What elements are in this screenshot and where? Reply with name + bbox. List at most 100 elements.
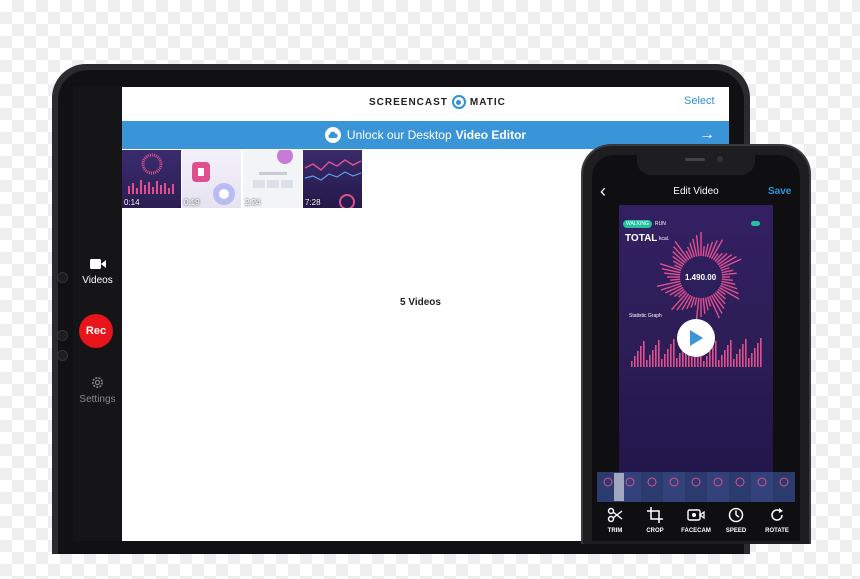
- timeline-frame: [685, 472, 707, 502]
- sidebar-item-videos[interactable]: Videos: [73, 258, 122, 286]
- graph-bar: [670, 344, 672, 367]
- graph-bar: [745, 339, 747, 367]
- save-button[interactable]: Save: [768, 186, 791, 197]
- crop-icon: [647, 507, 663, 523]
- meter-ray: [721, 272, 737, 276]
- video-thumbnail[interactable]: 0:19: [182, 150, 241, 208]
- tool-label: SPEED: [725, 528, 747, 534]
- graph-bar: [691, 357, 693, 367]
- run-tab: RUN: [655, 221, 666, 227]
- video-duration: 7:28: [305, 198, 321, 207]
- timeline-frame: [641, 472, 663, 502]
- timeline-frame: [707, 472, 729, 502]
- video-duration: 0:14: [124, 198, 140, 207]
- sidebar-item-label: Settings: [79, 394, 116, 405]
- graph-bar: [652, 350, 654, 367]
- facecam-tool[interactable]: FACECAM: [676, 507, 716, 534]
- meter-ray: [670, 278, 681, 281]
- graph-bar: [718, 360, 720, 367]
- graph-bar: [709, 351, 711, 367]
- video-thumbnail[interactable]: 2:24: [243, 150, 302, 208]
- graph-bar: [733, 359, 735, 367]
- tool-label: FACECAM: [681, 528, 711, 534]
- tool-label: ROTATE: [765, 528, 789, 534]
- timeline-frame: [663, 472, 685, 502]
- tablet-camera: [57, 272, 68, 283]
- brand-logo: SCREENCAST MATIC: [369, 95, 506, 109]
- graph-bar: [751, 353, 753, 367]
- meter-ray: [664, 272, 681, 276]
- rotate-icon: [771, 508, 783, 521]
- graph-bar: [667, 349, 669, 367]
- meter-ray: [695, 235, 700, 257]
- graph-bar: [730, 340, 732, 367]
- toggle-icon: [751, 221, 760, 226]
- graph-bar: [706, 356, 708, 367]
- graph-bar: [748, 358, 750, 367]
- meter-ray: [694, 297, 698, 306]
- graph-bar: [661, 359, 663, 367]
- meter-ray: [702, 246, 705, 257]
- graph-bar: [715, 341, 717, 367]
- graph-bar: [637, 351, 639, 367]
- record-label: Rec: [85, 325, 107, 337]
- graph-bar: [712, 346, 714, 367]
- video-thumbnail[interactable]: 7:28: [303, 150, 362, 208]
- tool-label: CROP: [646, 528, 664, 534]
- graph-bar: [742, 344, 744, 367]
- brand-text-right: MATIC: [469, 96, 506, 108]
- graph-bar: [757, 343, 759, 367]
- video-count: 5 Videos: [400, 297, 441, 308]
- graph-bar: [721, 355, 723, 367]
- crop-tool[interactable]: CROP: [635, 507, 675, 534]
- arrow-right-icon: →: [699, 126, 715, 143]
- sidebar-item-label: Videos: [82, 275, 113, 286]
- video-thumbnail[interactable]: 0:14: [122, 150, 181, 208]
- timeline-frame: [729, 472, 751, 502]
- banner-text-bold: Video Editor: [455, 128, 527, 142]
- select-button[interactable]: Select: [684, 95, 715, 107]
- graph-bar: [640, 346, 642, 367]
- graph-bar: [673, 339, 675, 367]
- video-duration: 2:24: [245, 198, 261, 207]
- graph-bar: [739, 349, 741, 367]
- rotate-tool[interactable]: ROTATE: [757, 507, 797, 534]
- record-button[interactable]: Rec: [79, 314, 113, 348]
- meter-ray: [695, 297, 700, 320]
- logo-icon: [451, 95, 466, 109]
- graph-bar: [646, 360, 648, 367]
- graph-bar: [634, 356, 636, 367]
- timeline-frame: [773, 472, 795, 502]
- meter-ray: [721, 269, 734, 274]
- graph-title: Statistic Graph: [629, 313, 662, 319]
- graph-bar: [760, 338, 762, 367]
- tool-label: TRIM: [607, 528, 623, 534]
- gear-icon: [92, 377, 103, 388]
- graph-bar: [727, 345, 729, 367]
- meter-ray: [702, 297, 706, 314]
- video-camera-icon: [89, 259, 106, 269]
- cloud-icon: [324, 127, 341, 143]
- timeline-scrubber[interactable]: [597, 472, 795, 502]
- tablet-sensor: [57, 350, 68, 361]
- brand-text-left: SCREENCAST: [369, 96, 448, 108]
- meter-ray: [721, 278, 733, 282]
- graph-bar: [664, 354, 666, 367]
- trim-tool[interactable]: TRIM: [595, 507, 635, 534]
- tablet-sensor: [57, 330, 68, 341]
- graph-bar: [679, 353, 681, 367]
- sidebar-item-settings[interactable]: Settings: [73, 375, 122, 405]
- graph-bar: [631, 361, 633, 367]
- meter-value: 1.490.00: [685, 273, 717, 282]
- graph-bar: [643, 341, 645, 367]
- speed-tool[interactable]: SPEED: [716, 507, 756, 534]
- graph-bar: [703, 361, 705, 367]
- timeline-frames: [597, 472, 795, 502]
- graph-bar: [724, 350, 726, 367]
- graph-bar: [736, 354, 738, 367]
- play-button[interactable]: [677, 319, 715, 357]
- walking-tab: WALKING: [623, 220, 652, 228]
- scissors-icon: [607, 507, 623, 523]
- speed-icon: [728, 507, 744, 523]
- graph-bar: [754, 348, 756, 367]
